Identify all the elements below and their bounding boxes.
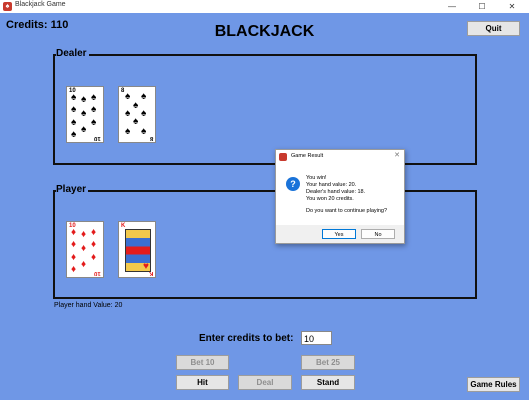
diamond-icon: ♦ xyxy=(91,252,97,263)
card-rank: 8 xyxy=(121,88,125,94)
maximize-button[interactable]: ☐ xyxy=(467,0,497,13)
spade-icon: ♠ xyxy=(81,108,87,119)
dialog-footer: Yes No xyxy=(276,225,404,243)
diamond-icon: ♦ xyxy=(91,239,97,250)
diamond-icon: ♦ xyxy=(71,227,77,238)
player-label: Player xyxy=(56,184,89,195)
spade-icon: ♠ xyxy=(81,124,87,135)
diamond-icon: ♦ xyxy=(71,239,77,250)
spade-icon: ♠ xyxy=(125,108,131,119)
spade-icon: ♠ xyxy=(91,117,97,128)
hit-button[interactable]: Hit xyxy=(176,375,229,390)
player-hand-value: Player hand Value: 20 xyxy=(54,302,123,309)
spade-icon: ♠ xyxy=(141,126,147,137)
spade-icon: ♠ xyxy=(91,104,97,115)
page-title: BLACKJACK xyxy=(214,23,315,40)
game-rules-button[interactable]: Game Rules xyxy=(467,377,520,392)
player-card-2: K ♥ K xyxy=(118,221,156,278)
diamond-icon: ♦ xyxy=(71,252,77,263)
window-title: Blackjack Game xyxy=(15,1,66,8)
no-button[interactable]: No xyxy=(361,229,395,239)
player-card-1: 10 ♦ ♦ ♦ ♦ ♦ ♦ ♦ ♦ ♦ ♦ 10 xyxy=(66,221,104,278)
bet-10-button[interactable]: Bet 10 xyxy=(176,355,229,370)
spade-icon: ♠ xyxy=(125,91,131,102)
spade-icon: ♠ xyxy=(125,126,131,137)
quit-button[interactable]: Quit xyxy=(467,21,520,36)
deal-button[interactable]: Deal xyxy=(238,375,292,390)
question-icon: ? xyxy=(286,177,300,191)
game-icon: ♠ xyxy=(3,2,12,11)
dealer-label: Dealer xyxy=(56,48,89,59)
spade-icon: ♠ xyxy=(71,104,77,115)
minimize-button[interactable]: — xyxy=(437,0,467,13)
diamond-icon: ♦ xyxy=(81,229,87,240)
card-rank: K xyxy=(148,270,153,276)
spade-icon: ♠ xyxy=(71,117,77,128)
bet-input[interactable]: 10 xyxy=(301,331,332,345)
spade-icon: ♠ xyxy=(133,116,139,127)
spade-icon: ♠ xyxy=(133,100,139,111)
dealer-card-1: 10 ♠ ♠ ♠ ♠ ♠ ♠ ♠ ♠ ♠ ♠ 10 xyxy=(66,86,104,143)
spade-icon: ♠ xyxy=(141,91,147,102)
dialog-message-line: You won 20 credits. xyxy=(306,196,354,202)
diamond-icon: ♦ xyxy=(71,264,77,275)
spade-icon: ♠ xyxy=(71,92,77,103)
spade-icon: ♠ xyxy=(141,108,147,119)
dialog-message-line: Your hand value: 20. xyxy=(306,182,357,188)
dealer-card-2: 8 ♠ ♠ ♠ ♠ ♠ ♠ ♠ ♠ 8 xyxy=(118,86,156,143)
dialog-message-line: Do you want to continue playing? xyxy=(306,208,388,214)
bet-25-button[interactable]: Bet 25 xyxy=(301,355,355,370)
game-result-dialog: Game Result ✕ ? You win! Your hand value… xyxy=(275,149,405,244)
diamond-icon: ♦ xyxy=(81,243,87,254)
game-area: Credits: 110 BLACKJACK Quit Dealer 10 ♠ … xyxy=(0,13,529,400)
dealer-panel xyxy=(53,54,477,165)
player-panel xyxy=(53,190,477,299)
dialog-message-line: You win! xyxy=(306,175,327,181)
stand-button[interactable]: Stand xyxy=(301,375,355,390)
spade-icon: ♠ xyxy=(71,129,77,140)
card-rank: 10 xyxy=(94,270,101,276)
spade-icon: ♠ xyxy=(91,92,97,103)
yes-button[interactable]: Yes xyxy=(322,229,356,239)
bet-label: Enter credits to bet: xyxy=(199,333,294,344)
dialog-close-button[interactable]: ✕ xyxy=(394,151,400,159)
dialog-title: Game Result xyxy=(291,153,324,159)
diamond-icon: ♦ xyxy=(91,227,97,238)
close-button[interactable]: ✕ xyxy=(497,0,527,13)
card-rank: 10 xyxy=(94,135,101,141)
dialog-message-line: Dealer's hand value: 18. xyxy=(306,189,366,195)
window-titlebar: ♠ Blackjack Game — ☐ ✕ xyxy=(0,0,529,13)
spade-icon: ♠ xyxy=(81,94,87,105)
card-rank: 8 xyxy=(149,135,153,141)
game-icon xyxy=(279,153,287,161)
diamond-icon: ♦ xyxy=(81,259,87,270)
